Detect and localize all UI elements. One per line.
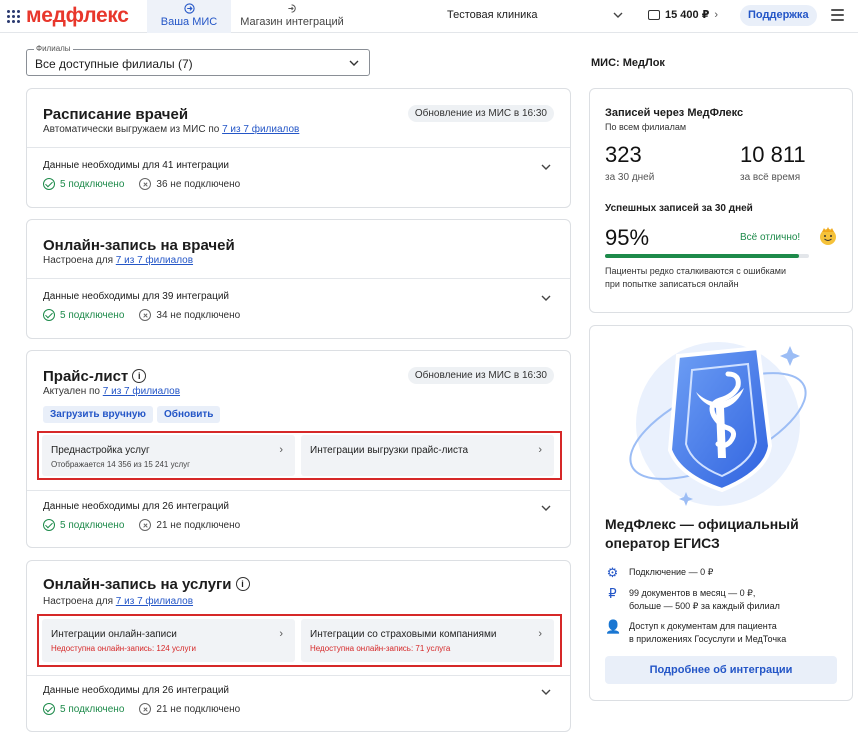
filter-value: Все доступные филиалы (7) [35, 57, 193, 71]
smiling-face-icon [820, 227, 836, 245]
success-progress-fill [605, 254, 799, 258]
integrations-need: Данные необходимы для 26 интеграций [43, 501, 230, 512]
ruble-icon: ₽ [608, 586, 617, 601]
check-circle-icon [43, 519, 55, 531]
tile-insurance-integrations[interactable]: Интеграции со страховыми компаниями Недо… [301, 619, 554, 662]
chevron-right-icon: › [538, 444, 542, 456]
count-all-time-label: за всё время [740, 172, 801, 183]
menu-icon[interactable] [831, 9, 844, 24]
integration-status: 5 подключено 21 не подключено [43, 703, 240, 715]
update-badge: Обновление из МИС в 16:30 [407, 105, 554, 122]
branches-link[interactable]: 7 из 7 филиалов [116, 596, 193, 607]
card-title: Расписание врачей [43, 106, 189, 123]
divider [27, 490, 570, 491]
arrow-right-circle-icon [147, 3, 231, 16]
chevron-down-icon [349, 60, 359, 66]
gear-icon: ⚙ [606, 565, 619, 580]
card-price-list: Прайс-лист i Актуален по 7 из 7 филиалов … [26, 350, 571, 548]
stats-note-line2: при попытке записаться онлайн [605, 279, 739, 289]
apps-grid-icon[interactable] [7, 10, 20, 23]
chevron-down-icon[interactable] [540, 161, 552, 173]
chevron-right-icon: › [279, 628, 283, 640]
chevron-right-icon: › [279, 444, 283, 456]
card-subtitle: Автоматически выгружаем из МИС по 7 из 7… [43, 124, 300, 135]
clinic-name[interactable]: Тестовая клиника [447, 9, 538, 21]
card-title: Прайс-лист i [43, 368, 147, 385]
count-30-days-label: за 30 дней [605, 172, 655, 183]
info-icon[interactable]: i [235, 577, 250, 591]
success-title: Успешных записей за 30 дней [605, 203, 753, 214]
divider [27, 278, 570, 279]
update-badge: Обновление из МИС в 16:30 [407, 367, 554, 384]
egisz-title-line2: оператор ЕГИСЗ [605, 535, 720, 551]
tab-integration-store[interactable]: Магазин интеграций [238, 0, 346, 33]
stats-note-line1: Пациенты редко сталкиваются с ошибками [605, 266, 786, 276]
card-title: Онлайн-запись на врачей [43, 237, 235, 254]
egisz-title-line1: МедФлекс — официальный [605, 516, 799, 532]
card-subtitle: Настроена для 7 из 7 филиалов [43, 255, 194, 266]
feature-connection: ⚙ Подключение — 0 ₽ [606, 565, 714, 580]
card-online-booking-doctors: Онлайн-запись на врачей Настроена для 7 … [26, 219, 571, 339]
upload-manually-button[interactable]: Загрузить вручную [43, 406, 153, 423]
info-icon[interactable]: i [132, 369, 147, 383]
check-circle-icon [43, 703, 55, 715]
branches-link[interactable]: 7 из 7 филиалов [222, 124, 299, 135]
egisz-card: МедФлекс — официальный оператор ЕГИСЗ ⚙ … [589, 325, 853, 701]
mis-name: МИС: МедЛок [591, 57, 665, 69]
card-doctor-schedule: Расписание врачей Автоматически выгружае… [26, 88, 571, 208]
x-circle-icon [139, 178, 152, 190]
chevron-right-icon: › [714, 8, 719, 21]
shield-caduceus-illustration [629, 342, 807, 506]
chevron-down-icon[interactable] [540, 292, 552, 304]
card-title: Онлайн-запись на услуги i [43, 576, 250, 593]
tile-online-booking-integrations[interactable]: Интеграции онлайн-записи Недоступна онла… [42, 619, 295, 662]
login-icon [238, 3, 346, 16]
success-progress-bar [605, 254, 809, 258]
success-status: Всё отлично! [740, 232, 801, 243]
wallet-icon [648, 9, 660, 20]
chevron-down-icon[interactable] [611, 8, 625, 22]
integrations-need: Данные необходимы для 26 интеграций [43, 685, 230, 696]
integration-status: 5 подключено 21 не подключено [43, 519, 240, 531]
tile-price-export-integrations[interactable]: Интеграции выгрузки прайс-листа › [301, 435, 554, 476]
count-all-time: 10 811 [740, 142, 806, 167]
divider [27, 147, 570, 148]
check-circle-icon [43, 309, 55, 321]
tab-your-mis[interactable]: Ваша МИС [147, 0, 231, 33]
x-circle-icon [139, 519, 152, 531]
branch-filter-select[interactable]: Филиалы Все доступные филиалы (7) [26, 44, 370, 76]
x-circle-icon [139, 703, 152, 715]
success-value: 95% [605, 225, 650, 250]
card-subtitle: Актуален по 7 из 7 филиалов [43, 386, 181, 397]
count-30-days: 323 [605, 142, 642, 167]
x-circle-icon [139, 309, 152, 321]
feature-patient-access: 👤 Доступ к документам для пациента в прил… [605, 619, 787, 644]
refresh-button[interactable]: Обновить [157, 406, 221, 423]
stats-title: Записей через МедФлекс [605, 107, 744, 119]
top-bar: медфлекс Ваша МИС Магазин интеграций Тес… [0, 0, 858, 33]
more-about-integration-button[interactable]: Подробнее об интеграции [605, 656, 837, 684]
filter-label: Филиалы [34, 44, 73, 53]
integration-status: 5 подключено 36 не подключено [43, 178, 240, 190]
check-circle-icon [43, 178, 55, 190]
integrations-need: Данные необходимы для 41 интеграции [43, 160, 230, 171]
divider [27, 675, 570, 676]
feature-documents: ₽ 99 документов в месяц — 0 ₽, больше — 5… [605, 587, 780, 613]
support-button[interactable]: Поддержка [740, 5, 817, 26]
integrations-need: Данные необходимы для 39 интеграций [43, 291, 230, 302]
card-online-booking-services: Онлайн-запись на услуги i Настроена для 7… [26, 560, 571, 732]
branches-link[interactable]: 7 из 7 филиалов [103, 386, 180, 397]
logo[interactable]: медфлекс [26, 4, 129, 28]
stats-subtitle: По всем филиалам [605, 122, 687, 132]
chevron-down-icon[interactable] [540, 686, 552, 698]
branches-link[interactable]: 7 из 7 филиалов [116, 255, 193, 266]
integration-status: 5 подключено 34 не подключено [43, 309, 240, 321]
user-icon: 👤 [605, 619, 622, 634]
chevron-down-icon[interactable] [540, 502, 552, 514]
chevron-right-icon: › [538, 628, 542, 640]
stats-card: Записей через МедФлекс По всем филиалам … [589, 88, 853, 313]
balance[interactable]: 15 400 ₽ › [648, 8, 718, 21]
card-subtitle: Настроена для 7 из 7 филиалов [43, 596, 194, 607]
tile-service-presetup[interactable]: Преднастройка услуг Отображается 14 356 … [42, 435, 295, 476]
